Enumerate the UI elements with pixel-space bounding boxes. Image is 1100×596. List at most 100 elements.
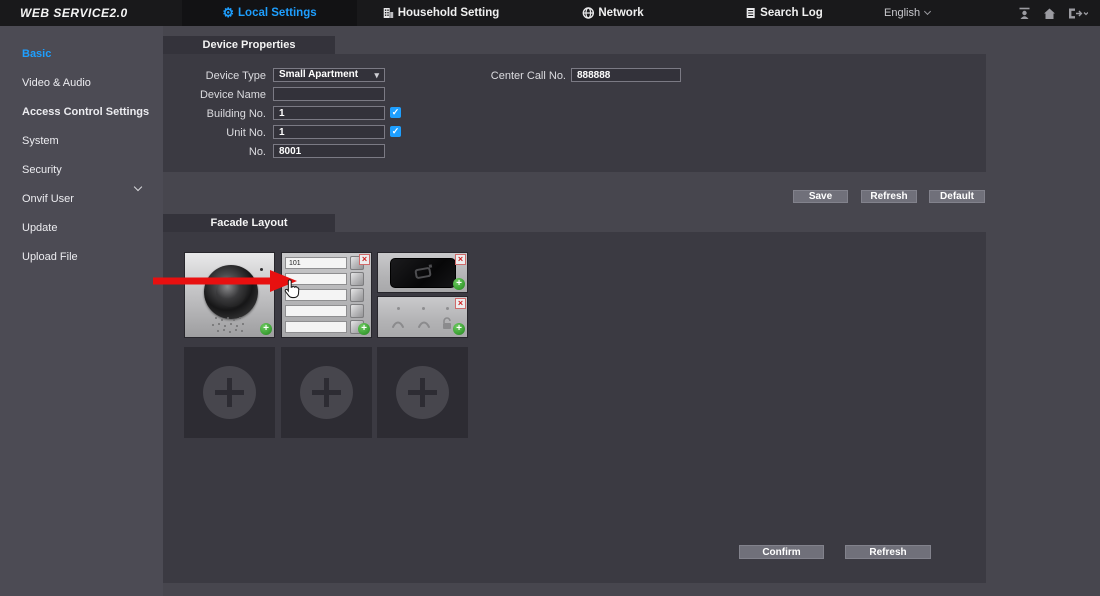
sidebar-item-update[interactable]: Update: [0, 218, 163, 238]
add-icon[interactable]: +: [358, 323, 370, 335]
facade-layout-tab: Facade Layout: [163, 214, 335, 232]
device-name-input[interactable]: [273, 87, 385, 101]
sidebar-item-onvif-user[interactable]: Onvif User: [0, 189, 163, 209]
top-navbar: WEB SERVICE2.0 ⚙ Local Settings Househol…: [0, 0, 1100, 26]
x-glyph: ×: [458, 254, 463, 264]
add-module-slot[interactable]: [281, 347, 372, 438]
x-glyph: ×: [458, 298, 463, 308]
refresh-button[interactable]: Refresh: [861, 190, 917, 203]
tab-search-log[interactable]: Search Log: [745, 0, 823, 26]
language-selector[interactable]: English: [884, 0, 930, 26]
device-properties-tab: Device Properties: [163, 36, 335, 54]
remove-icon[interactable]: ×: [455, 254, 466, 265]
keypad-call-module-tile[interactable]: × +: [377, 296, 468, 338]
app-logo: WEB SERVICE2.0: [20, 0, 128, 26]
refresh-facade-button[interactable]: Refresh: [845, 545, 931, 559]
camera-lens-inner: [216, 277, 246, 307]
call-icon: [417, 319, 431, 329]
tab-label: Search Log: [760, 0, 823, 26]
directory-row[interactable]: [285, 321, 347, 333]
sidebar-item-label: Basic: [22, 48, 51, 60]
gear-icon: ⚙: [222, 0, 234, 26]
confirm-button[interactable]: Confirm: [739, 545, 824, 559]
save-button[interactable]: Save: [793, 190, 848, 203]
web-service-app: WEB SERVICE2.0 ⚙ Local Settings Househol…: [0, 0, 1100, 596]
plus-glyph: +: [263, 323, 269, 334]
plus-glyph: +: [361, 323, 367, 334]
add-icon[interactable]: +: [453, 323, 465, 335]
directory-row[interactable]: [285, 305, 347, 317]
sidebar: Basic Video & Audio Access Control Setti…: [0, 26, 163, 596]
no-label: No.: [163, 146, 266, 158]
remove-icon[interactable]: ×: [359, 254, 370, 265]
add-module-slot[interactable]: [377, 347, 468, 438]
call-button: [350, 272, 364, 286]
tab-network[interactable]: Network: [582, 0, 643, 26]
indicator-dot: [422, 307, 425, 310]
logout-icon[interactable]: [1068, 7, 1088, 20]
screen-module-tile[interactable]: × +: [377, 252, 468, 293]
chevron-down-icon: [924, 8, 931, 15]
panel-title: Device Properties: [203, 39, 296, 51]
add-icon[interactable]: +: [260, 323, 272, 335]
directory-row[interactable]: [285, 289, 347, 301]
camera-lens: [204, 265, 258, 319]
display-screen: [390, 258, 456, 288]
check-icon: ✓: [392, 107, 400, 117]
sidebar-item-label: Video & Audio: [22, 77, 91, 89]
sidebar-item-upload-file[interactable]: Upload File: [0, 247, 163, 267]
remove-icon[interactable]: ×: [455, 298, 466, 309]
default-button[interactable]: Default: [929, 190, 985, 203]
sidebar-item-basic[interactable]: Basic: [0, 44, 163, 64]
speaker-holes: [215, 317, 217, 319]
building-no-checkbox[interactable]: ✓: [390, 107, 401, 118]
unit-no-label: Unit No.: [163, 127, 266, 139]
center-call-no-input[interactable]: [571, 68, 681, 82]
camera-module-tile[interactable]: +: [184, 252, 275, 338]
unit-no-checkbox[interactable]: ✓: [390, 126, 401, 137]
tab-household-setting[interactable]: Household Setting: [383, 0, 500, 26]
sidebar-item-label: Update: [22, 222, 57, 234]
sidebar-item-access-control-settings[interactable]: Access Control Settings: [0, 102, 163, 122]
sidebar-item-system[interactable]: System: [0, 131, 163, 151]
call-button: [350, 304, 364, 318]
caret-down-icon: ▾: [374, 69, 379, 81]
building-icon: [383, 7, 394, 19]
tab-local-settings[interactable]: ⚙ Local Settings: [182, 0, 357, 26]
sidebar-item-video-audio[interactable]: Video & Audio: [0, 73, 163, 93]
plus-glyph: +: [456, 323, 462, 334]
add-circle-icon: [203, 366, 256, 419]
building-no-input[interactable]: [273, 106, 385, 120]
center-call-no-label: Center Call No.: [463, 70, 566, 82]
indicator-dot: [446, 307, 449, 310]
tab-label: Household Setting: [398, 0, 500, 26]
device-name-label: Device Name: [163, 89, 266, 101]
add-module-slot[interactable]: [184, 347, 275, 438]
sidebar-item-label: Security: [22, 164, 62, 176]
plus-glyph: +: [456, 278, 462, 289]
tab-label: Network: [598, 0, 643, 26]
device-type-select[interactable]: Small Apartment ▾: [273, 68, 385, 82]
directory-entry: 101: [289, 260, 301, 267]
mic-dot: [260, 268, 263, 271]
add-circle-icon: [396, 366, 449, 419]
profile-icon[interactable]: [1018, 7, 1031, 20]
unlock-icon: [441, 317, 453, 330]
indicator-dot: [397, 307, 400, 310]
add-icon[interactable]: +: [453, 278, 465, 290]
building-no-label: Building No.: [163, 108, 266, 120]
home-icon[interactable]: [1043, 7, 1056, 20]
unit-no-input[interactable]: [273, 125, 385, 139]
no-input[interactable]: [273, 144, 385, 158]
directory-row[interactable]: [285, 273, 347, 285]
sidebar-item-label: Access Control Settings: [22, 106, 149, 118]
add-circle-icon: [300, 366, 353, 419]
call-button: [350, 288, 364, 302]
sidebar-item-label: Upload File: [22, 251, 78, 263]
camera-glyph-icon: [414, 267, 431, 280]
tab-label: Local Settings: [238, 0, 317, 26]
call-icon: [391, 319, 405, 329]
directory-row[interactable]: 101: [285, 257, 347, 269]
sidebar-item-security[interactable]: Security: [0, 160, 163, 180]
directory-module-tile[interactable]: 101 × +: [281, 252, 372, 338]
